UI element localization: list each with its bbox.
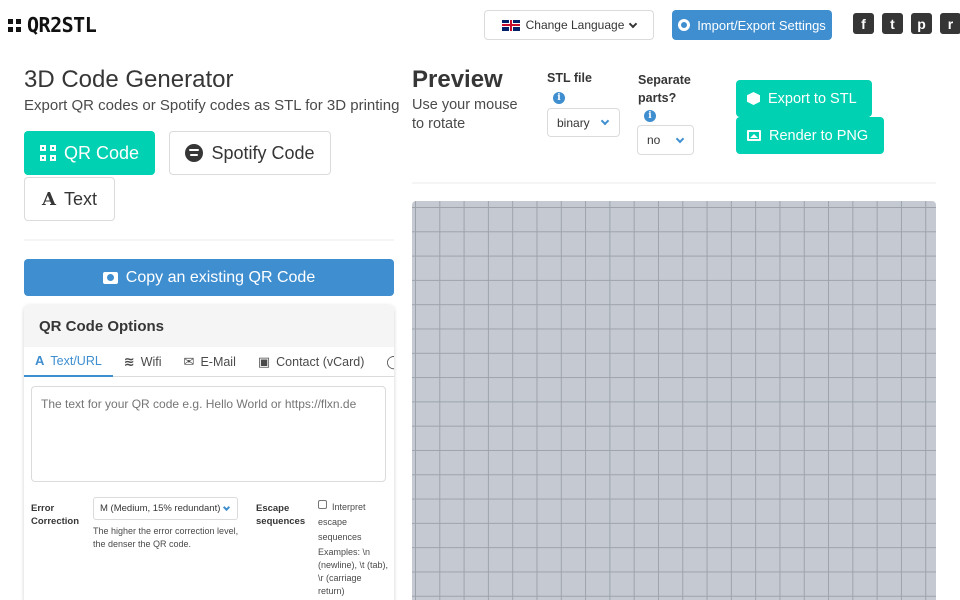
qr-code-type-label: QR Code [63,142,140,163]
qr-code-options-panel: QR Code Options A Text/URL ≋ Wifi ✉ E-Ma… [24,305,394,600]
font-icon: A [35,353,45,368]
spotify-code-type-label: Spotify Code [211,142,315,163]
font-icon: A [42,188,56,210]
render-to-png-label: Render to PNG [769,127,869,144]
import-export-settings-button[interactable]: Import/Export Settings [672,10,832,40]
tab-text-url-label: Text/URL [50,353,102,368]
render-to-png-button[interactable]: Render to PNG [736,117,884,154]
preview-title: Preview [412,66,503,93]
export-to-stl-button[interactable]: Export to STL [736,80,872,117]
error-correction-select[interactable]: M (Medium, 15% redundant) [93,497,238,520]
tab-email-label: E-Mail [200,354,236,369]
qr-options-tabs: A Text/URL ≋ Wifi ✉ E-Mail ▣ Contact (vC… [24,347,394,377]
divider [412,182,936,184]
error-correction-help: The higher the error correction level, t… [93,526,239,549]
qr-text-input[interactable] [31,386,386,482]
camera-icon [102,271,118,284]
uk-flag-icon [501,19,520,31]
twitter-icon[interactable]: t [882,13,903,34]
facebook-icon[interactable]: f [853,13,874,34]
page-title: 3D Code Generator [24,66,234,93]
copy-existing-qr-label: Copy an existing QR Code [125,268,316,286]
escape-examples: Examples: \n (newline), \t (tab), \r (ca… [318,547,389,596]
chevron-down-icon [600,116,610,126]
page-subtitle: Export QR codes or Spotify codes as STL … [24,97,400,114]
export-to-stl-label: Export to STL [768,90,857,107]
envelope-icon: ✉ [183,353,195,369]
change-language-label: Change Language [525,18,625,32]
error-correction-label: Error Correction [31,503,80,527]
text-type-button[interactable]: A Text [24,177,115,221]
logo-mark-icon [8,18,21,32]
change-language-button[interactable]: Change Language [484,10,654,40]
separate-parts-label: Separate parts? [638,73,691,105]
social-links: f t p r [853,13,960,34]
image-icon [747,130,761,141]
preview-subtitle: Use your mouse to rotate [412,97,518,132]
escape-sequences-label: Escape sequences [256,503,306,527]
qrcode-icon [39,145,56,161]
reddit-icon[interactable]: r [940,13,960,34]
stl-file-select[interactable]: binary [547,108,620,137]
panel-heading: QR Code Options [24,305,394,347]
preview-canvas[interactable] [412,201,936,600]
text-type-label: Text [63,188,97,209]
copy-existing-qr-button[interactable]: Copy an existing QR Code [24,259,394,296]
pinterest-icon[interactable]: p [911,13,932,34]
tab-text-url[interactable]: A Text/URL [24,347,113,377]
cube-icon [747,92,760,105]
tab-wifi[interactable]: ≋ Wifi [113,347,173,377]
logo[interactable]: QR2STL [8,13,97,37]
separate-parts-value: no [647,133,661,147]
tab-email[interactable]: ✉ E-Mail [173,347,247,377]
escape-checkbox-label: Interpret escape sequences [318,502,366,542]
wifi-icon: ≋ [123,353,135,369]
chevron-down-icon [629,19,638,28]
tab-contact[interactable]: ▣ Contact (vCard) [247,347,376,377]
divider [24,239,394,241]
chevron-down-icon [222,503,231,511]
stl-file-value: binary [557,115,590,130]
gear-icon [678,19,691,31]
spotify-icon [185,144,204,162]
info-icon[interactable]: i [553,92,565,104]
error-correction-value: M (Medium, 15% redundant) [100,503,221,514]
info-icon[interactable]: i [644,110,656,122]
chevron-down-icon [675,134,685,143]
tab-contact-label: Contact (vCard) [276,354,365,369]
tab-wifi-label: Wifi [140,354,162,369]
separate-parts-select[interactable]: no [637,125,694,155]
address-card-icon: ▣ [257,353,271,369]
qr-code-type-button[interactable]: QR Code [24,131,155,175]
stl-file-label: STL file [547,71,592,85]
logo-text: QR2STL [27,13,97,37]
tab-more[interactable]: ◯ [375,347,394,377]
spotify-code-type-button[interactable]: Spotify Code [169,131,331,175]
comment-icon: ◯ [386,353,394,369]
import-export-label: Import/Export Settings [697,17,826,33]
